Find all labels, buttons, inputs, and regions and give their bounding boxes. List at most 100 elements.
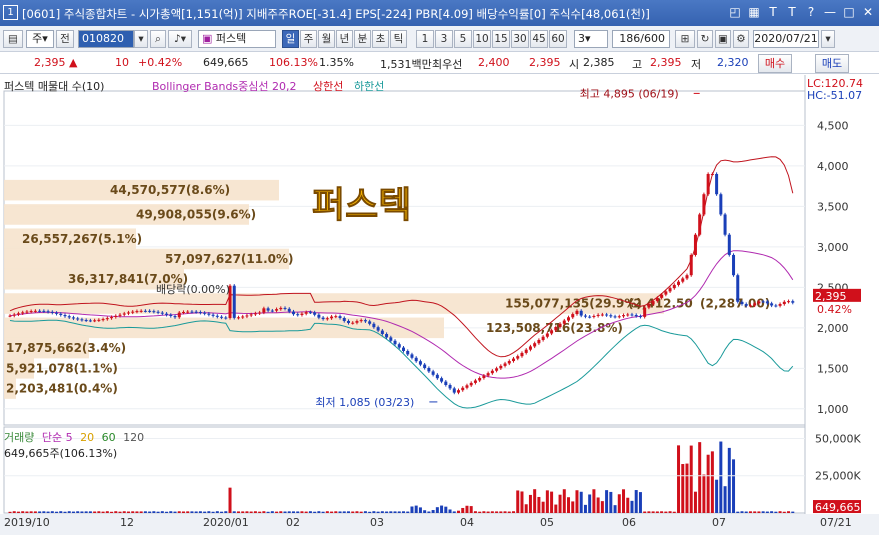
candle-body	[643, 307, 647, 317]
volume-bar	[122, 511, 126, 513]
period-tab-6[interactable]: 틱	[390, 30, 407, 48]
candle-body	[317, 314, 321, 318]
volume-bar	[101, 511, 105, 513]
price-tick-label: 1,500	[817, 362, 849, 375]
interval-btn-30[interactable]: 30	[511, 30, 529, 48]
code-dropdown-icon[interactable]: ▾	[134, 30, 148, 48]
volume-bar	[241, 511, 245, 513]
volume-bar	[46, 511, 50, 513]
interval-btn-5[interactable]: 5	[454, 30, 472, 48]
volume-bar	[397, 511, 401, 513]
interval-btn-10[interactable]: 10	[473, 30, 491, 48]
close-icon[interactable]: ✕	[861, 4, 875, 20]
current-price-axis: 2,395	[815, 290, 847, 303]
candle-body	[638, 316, 642, 318]
maximize-icon[interactable]: □	[842, 4, 856, 20]
volume-bar	[681, 464, 685, 513]
save-icon[interactable]: ▣	[715, 30, 731, 48]
search-icon[interactable]: ⌕	[150, 30, 166, 48]
vp-extra-label: (2,287.00)	[700, 297, 770, 311]
volume-bar	[173, 511, 177, 513]
minimize-icon[interactable]: —	[823, 4, 837, 20]
volume-bar	[325, 511, 329, 513]
candle-body	[397, 344, 401, 348]
period-tab-2[interactable]: 월	[318, 30, 335, 48]
candle-body	[338, 316, 342, 318]
volume-bar	[444, 506, 448, 513]
volume-bar	[389, 511, 393, 513]
candle-body	[634, 314, 638, 317]
candle-body	[126, 312, 130, 314]
stock-code-input[interactable]: 010820	[78, 30, 134, 48]
t-up-icon[interactable]: T	[766, 4, 780, 20]
restore-icon[interactable]: ◰	[728, 4, 742, 20]
candle-body	[765, 301, 769, 304]
x-axis-label: 2019/10	[4, 516, 50, 529]
candle-body	[457, 390, 461, 393]
candle-body	[748, 305, 752, 307]
candle-body	[359, 320, 363, 322]
gear-icon[interactable]: ⚙	[733, 30, 749, 48]
volume-bar	[131, 511, 135, 513]
volume-bar	[283, 511, 287, 513]
trade-amount: 1,531백만	[380, 58, 432, 71]
sell-button[interactable]: 매도	[815, 54, 849, 73]
volume-bar	[262, 511, 266, 513]
volume-bar	[431, 510, 435, 513]
volume-bar	[97, 511, 101, 513]
interval-btn-1[interactable]: 1	[416, 30, 434, 48]
speaker-icon[interactable]: ♪▾	[168, 30, 192, 48]
candle-body	[232, 285, 236, 318]
interval-btn-45[interactable]: 45	[530, 30, 548, 48]
volume-bar	[423, 510, 427, 513]
volume-bar	[258, 511, 262, 513]
candle-body	[672, 284, 676, 289]
volume-bar	[29, 511, 33, 513]
volume-bar	[702, 474, 706, 513]
candle-body	[63, 314, 67, 317]
interval-btn-60[interactable]: 60	[549, 30, 567, 48]
candle-body	[279, 307, 283, 310]
candle-body	[520, 352, 524, 357]
t-down-icon[interactable]: T	[785, 4, 799, 20]
layout-icon[interactable]: ▤	[3, 30, 23, 48]
window-number: 1	[3, 5, 18, 20]
stock-name-field[interactable]: ▣ 퍼스텍	[198, 30, 276, 48]
candle-body	[647, 304, 651, 308]
period-tab-0[interactable]: 일	[282, 30, 299, 48]
price-change: 10	[115, 56, 129, 69]
volume-bar	[524, 504, 528, 513]
prev-button[interactable]: 전	[56, 30, 74, 48]
volume-bar	[169, 511, 173, 513]
candle-body	[300, 313, 304, 315]
count-field[interactable]: 186/600	[612, 30, 670, 48]
period-tab-4[interactable]: 분	[354, 30, 371, 48]
volume-bar	[427, 511, 431, 513]
candle-body	[105, 318, 109, 320]
grid-icon[interactable]: ▦	[747, 4, 761, 20]
help-icon[interactable]: ?	[804, 4, 818, 20]
candle-body	[46, 311, 50, 313]
period-tab-5[interactable]: 초	[372, 30, 389, 48]
candle-body	[330, 316, 334, 319]
volume-bar	[414, 505, 418, 513]
volume-bar	[537, 496, 541, 513]
candle-body	[677, 281, 681, 285]
stock-chart[interactable]: 4,5004,0003,5003,0002,5002,0001,5001,000…	[0, 75, 879, 535]
interval-select[interactable]: 3▾	[574, 30, 608, 48]
interval-btn-3[interactable]: 3	[435, 30, 453, 48]
period-tab-3[interactable]: 년	[336, 30, 353, 48]
volume-bar	[782, 511, 786, 513]
volume-bar	[541, 501, 545, 513]
date-field[interactable]: 2020/07/21	[753, 30, 819, 48]
interval-btn-15[interactable]: 15	[492, 30, 510, 48]
calendar-dropdown-icon[interactable]: ▾	[821, 30, 835, 48]
period-tab-1[interactable]: 주	[300, 30, 317, 48]
market-select[interactable]: 주▾	[26, 30, 54, 48]
candle-body	[723, 214, 727, 235]
drawing-tools-icon[interactable]: ⊞	[675, 30, 695, 48]
buy-button[interactable]: 매수	[758, 54, 792, 73]
refresh-icon[interactable]: ↻	[697, 30, 713, 48]
candle-body	[346, 320, 350, 323]
ma-label: 단순	[41, 431, 63, 444]
